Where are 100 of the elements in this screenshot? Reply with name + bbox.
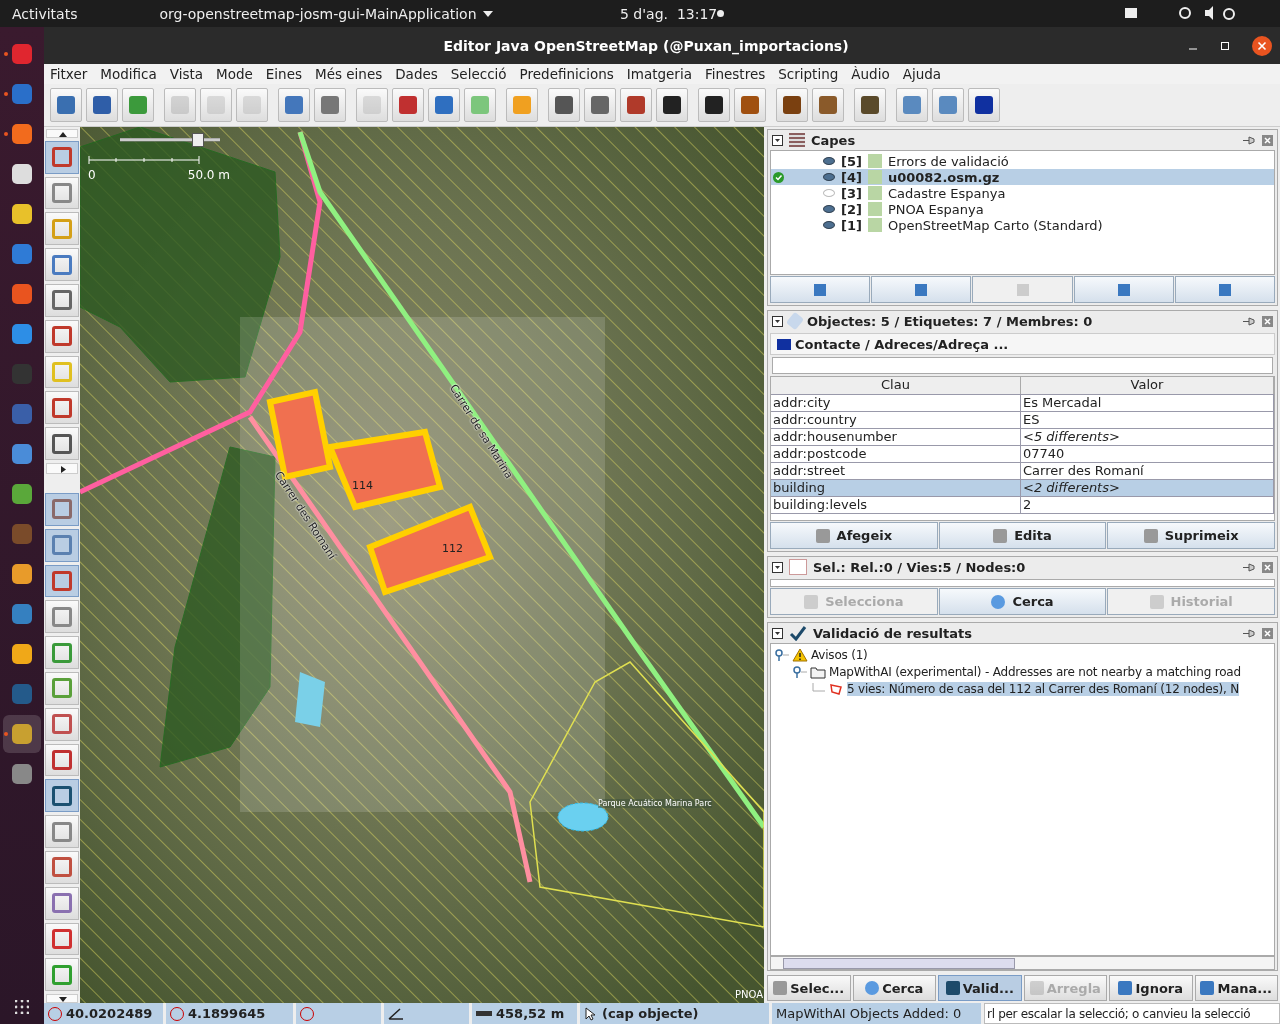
panel-toggle-button[interactable]: Selec... xyxy=(767,975,851,1001)
tag-row[interactable]: building <2 differents> xyxy=(771,480,1274,497)
tree-row[interactable]: Avisos (1) xyxy=(771,646,1274,663)
collapse-icon[interactable] xyxy=(772,561,783,573)
toolbar-button[interactable] xyxy=(656,88,688,122)
tool-button[interactable] xyxy=(45,815,79,848)
menu-item[interactable]: Selecció xyxy=(450,66,507,82)
toolbar-button[interactable] xyxy=(968,88,1000,122)
pin-icon[interactable] xyxy=(1242,134,1256,146)
menu-item[interactable]: Scripting xyxy=(778,66,839,82)
layer-row[interactable]: [3] Cadastre Espanya xyxy=(771,185,1274,201)
layer-action-button[interactable] xyxy=(1073,276,1174,303)
selection-action-button[interactable]: Cerca xyxy=(938,588,1107,615)
panel-toggle-button[interactable]: Ignora xyxy=(1109,975,1193,1001)
pin-icon[interactable] xyxy=(1242,627,1256,639)
toolbar-button[interactable] xyxy=(854,88,886,122)
menu-item[interactable]: Més eines xyxy=(315,66,383,82)
collapse-icon[interactable] xyxy=(772,134,783,146)
app-menu[interactable]: org-openstreetmap-josm-gui-MainApplication xyxy=(135,5,477,22)
caret-icon[interactable] xyxy=(482,10,493,17)
menu-item[interactable]: Àudio xyxy=(851,66,890,82)
menu-item[interactable]: Eines xyxy=(265,66,302,82)
tool-button[interactable] xyxy=(45,564,79,598)
pin-icon[interactable] xyxy=(1242,561,1256,573)
menu-item[interactable]: Fitxer xyxy=(50,66,88,82)
menu-item[interactable]: Dades xyxy=(395,66,438,82)
toolbar-button[interactable] xyxy=(698,88,730,122)
tool-button[interactable] xyxy=(45,140,79,174)
tool-button[interactable] xyxy=(45,743,79,777)
expand-icon[interactable] xyxy=(46,462,78,474)
tree-toggle-icon[interactable] xyxy=(793,665,807,678)
tool-button[interactable] xyxy=(45,248,79,281)
tree-row[interactable]: 5 vies: Número de casa del 112 al Carrer des Romaní (12 nodes), N xyxy=(771,680,1274,697)
system-tray-icon[interactable] xyxy=(1125,5,1235,21)
tree-toggle-icon[interactable] xyxy=(775,648,789,661)
panel-toggle-button[interactable]: Mana... xyxy=(1194,975,1278,1001)
layer-action-button[interactable] xyxy=(871,276,972,303)
close-icon[interactable] xyxy=(1262,627,1273,639)
toolbar-button[interactable] xyxy=(548,88,580,122)
show-apps-icon[interactable] xyxy=(15,1000,29,1014)
layer-row[interactable]: [5] Errors de validació xyxy=(771,153,1274,169)
zoom-slider-thumb[interactable] xyxy=(192,133,204,147)
tag-row[interactable]: building:levels 2 xyxy=(771,497,1274,514)
maximize-button[interactable] xyxy=(1220,40,1230,51)
panel-toggle-button[interactable]: Valid... xyxy=(938,975,1022,1001)
horizontal-scrollbar[interactable] xyxy=(770,956,1275,970)
tag-row[interactable]: addr:city Es Mercadal xyxy=(771,395,1274,412)
tag-action-button[interactable]: Afegeix xyxy=(770,522,938,549)
tool-button[interactable] xyxy=(45,851,79,884)
menu-item[interactable]: Ajuda xyxy=(902,66,942,82)
menu-item[interactable]: Predefinicions xyxy=(519,66,614,82)
menu-item[interactable]: Vista xyxy=(169,66,203,82)
layer-action-button[interactable] xyxy=(770,276,871,303)
menu-item[interactable]: Imatgeria xyxy=(626,66,692,82)
tree-item[interactable]: 5 vies: Número de casa del 112 al Carrer des Romaní (12 nodes), N xyxy=(847,681,1239,696)
tool-button[interactable] xyxy=(45,283,79,317)
tool-button[interactable] xyxy=(45,922,79,956)
tree-item[interactable]: MapWithAI (experimental) - Addresses are not nearby a matching road xyxy=(829,664,1241,679)
zoom-slider[interactable] xyxy=(120,133,220,147)
clock[interactable]: 5 d'ag. 13:17 xyxy=(620,5,718,22)
menu-item[interactable]: Modifica xyxy=(100,66,157,82)
tool-button[interactable] xyxy=(45,886,79,920)
tree-row[interactable]: MapWithAI (experimental) - Addresses are not nearby a matching road xyxy=(771,663,1274,680)
close-icon[interactable] xyxy=(1262,561,1273,573)
toolbar-button[interactable] xyxy=(776,88,808,122)
tool-button[interactable] xyxy=(45,427,79,460)
tool-button[interactable] xyxy=(45,528,79,562)
close-icon[interactable] xyxy=(1262,315,1273,327)
close-icon[interactable] xyxy=(1262,134,1273,146)
scroll-up-icon[interactable] xyxy=(46,129,78,138)
tag-row[interactable]: addr:housenumber <5 differents> xyxy=(771,429,1274,446)
eye-icon[interactable] xyxy=(823,157,835,165)
menu-item[interactable]: Mode xyxy=(216,66,253,82)
panel-toggle-button[interactable]: Cerca xyxy=(852,975,936,1001)
eye-icon[interactable] xyxy=(823,173,835,181)
column-header[interactable]: Valor xyxy=(1021,377,1274,394)
close-button[interactable] xyxy=(1252,35,1272,56)
tool-button[interactable] xyxy=(45,391,79,425)
column-header[interactable]: Clau xyxy=(771,377,1021,394)
filter-field[interactable] xyxy=(772,357,1273,374)
eye-icon[interactable] xyxy=(823,205,835,213)
layer-row[interactable]: [4] u00082.osm.gz xyxy=(771,169,1274,185)
collapse-icon[interactable] xyxy=(772,315,783,327)
tool-button[interactable] xyxy=(45,319,79,353)
menu-item[interactable]: Finestres xyxy=(704,66,766,82)
tool-button[interactable] xyxy=(45,779,79,813)
eye-icon[interactable] xyxy=(823,221,835,229)
layer-row[interactable]: [1] OpenStreetMap Carto (Standard) xyxy=(771,217,1274,233)
dock-app-button[interactable] xyxy=(3,715,41,753)
scroll-down-icon[interactable] xyxy=(46,994,78,1003)
map-drawing[interactable] xyxy=(80,127,764,1003)
activities-button[interactable]: Activitats xyxy=(0,5,90,22)
tag-action-button[interactable]: Suprimeix xyxy=(1107,522,1275,549)
collapse-icon[interactable] xyxy=(772,627,783,639)
toolbar-button[interactable] xyxy=(86,88,118,122)
tree-item[interactable]: Avisos (1) xyxy=(811,647,868,662)
layer-action-button[interactable] xyxy=(1174,276,1275,303)
pin-icon[interactable] xyxy=(1242,315,1256,327)
tag-action-button[interactable]: Edita xyxy=(938,522,1107,549)
tag-row[interactable]: addr:country ES xyxy=(771,412,1274,429)
